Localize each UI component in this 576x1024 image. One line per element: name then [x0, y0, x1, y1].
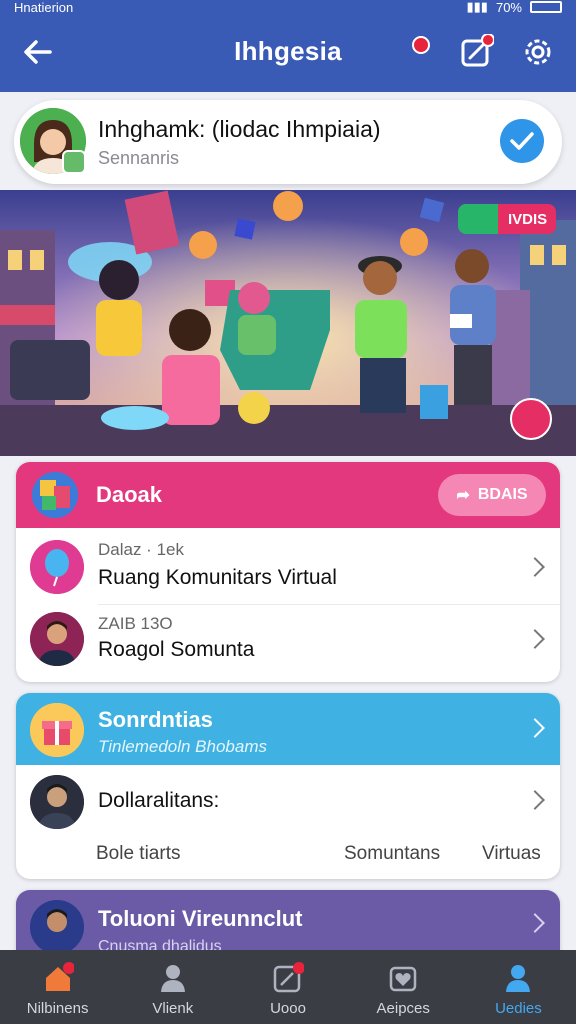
chevron-right-icon [525, 790, 545, 810]
gift-icon [30, 703, 84, 757]
community-card-purple[interactable]: Toluoni Vireunnclut Cnusma dhalidus [16, 890, 560, 956]
profile-name: Inhghamk: (liodac Ihmpiaia) [98, 116, 381, 142]
footer-label: Virtuas [482, 843, 541, 864]
card-header[interactable]: Sonrdntias Tinlemedoln Bhobams [16, 693, 560, 765]
status-icons: ▮▮▮ 70% [466, 0, 562, 14]
settings-gear-icon[interactable] [520, 34, 556, 70]
banner-tag-label: IVDIS [508, 210, 548, 228]
tab-label: Uedies [495, 1000, 542, 1017]
card-header: Daoak ➦ BDAIS [16, 462, 560, 528]
battery-icon [530, 1, 562, 13]
group-chat-icon [32, 472, 78, 518]
join-button-label: BDAIS [477, 486, 528, 503]
edit-icon [273, 962, 304, 993]
card-title: Toluoni Vireunnclut [98, 906, 303, 931]
profile-subtitle: Sennanris [98, 148, 180, 168]
tab-label: Vlienk [152, 1000, 194, 1017]
profile-card[interactable]: Inhghamk: (liodac Ihmpiaia) Sennanris [14, 100, 562, 184]
balloon-icon [30, 540, 84, 594]
item-meta: ZAIB 13O [98, 614, 173, 633]
edit-icon[interactable] [458, 34, 494, 70]
chevron-right-icon [525, 557, 545, 577]
chevron-right-icon [525, 718, 545, 738]
app-header: Ihhgesia [0, 14, 576, 92]
battery-label: 70% [495, 0, 522, 14]
footer-label: Somuntans [344, 843, 441, 864]
card-title: Sonrdntias [98, 707, 213, 732]
avatar [30, 612, 84, 666]
list-item[interactable]: Dollaralitans: [16, 765, 560, 837]
list-item[interactable]: ZAIB 13O Roagol Somunta [16, 604, 560, 682]
item-title: Dollaralitans: [98, 789, 220, 812]
list-item[interactable]: Dalaz · 1ek Ruang Komunitars Virtual [16, 528, 560, 604]
home-icon [45, 962, 74, 991]
tab-label: Uooo [270, 1000, 306, 1017]
item-title: Ruang Komunitars Virtual [98, 566, 337, 589]
tab-favorites[interactable]: Aeipces [346, 950, 461, 1024]
card-title: Daoak [96, 482, 163, 507]
signal-icon: ▮▮▮ [466, 0, 488, 14]
tab-edit[interactable]: Uooo [230, 950, 345, 1024]
community-card-pink: Daoak ➦ BDAIS Dalaz · 1ek Ruang Komunita… [16, 462, 560, 682]
checkmark-icon[interactable] [500, 119, 544, 163]
notification-button[interactable] [408, 34, 444, 70]
tab-profile[interactable]: Uedies [461, 950, 576, 1024]
banner-tag[interactable]: IVDIS [458, 204, 556, 234]
chevron-right-icon [525, 629, 545, 649]
community-card-blue: Sonrdntias Tinlemedoln Bhobams Dollarali… [16, 693, 560, 879]
card-subtitle: Tinlemedoln Bhobams [98, 737, 267, 756]
notification-badge [412, 36, 430, 54]
tab-view[interactable]: Vlienk [115, 950, 230, 1024]
item-title: Roagol Somunta [98, 638, 255, 661]
tab-label: Nilbinens [26, 1000, 89, 1017]
status-bar: Hnatierion ▮▮▮ 70% [0, 0, 576, 14]
group-icon [458, 204, 498, 234]
person-icon [160, 965, 185, 992]
chevron-right-icon [525, 913, 545, 933]
tab-label: Aeipces [376, 1000, 430, 1017]
bottom-tab-bar: Nilbinens Vlienk Uooo Aeipces Uedies [0, 950, 576, 1024]
heart-icon [389, 966, 417, 992]
tab-home[interactable]: Nilbinens [0, 950, 115, 1024]
carrier-label: Hnatierion [14, 0, 74, 14]
arrow-icon: ➦ [456, 487, 470, 504]
avatar [30, 775, 84, 829]
community-banner[interactable]: IVDIS [0, 190, 576, 456]
avatar [30, 900, 84, 954]
verified-mini-icon [62, 150, 86, 174]
banner-action-button[interactable] [510, 398, 552, 440]
profile-icon [506, 965, 531, 992]
join-button[interactable]: ➦ BDAIS [438, 474, 546, 516]
footer-label: Bole tiarts [96, 843, 181, 864]
item-meta: Dalaz · 1ek [98, 540, 184, 559]
